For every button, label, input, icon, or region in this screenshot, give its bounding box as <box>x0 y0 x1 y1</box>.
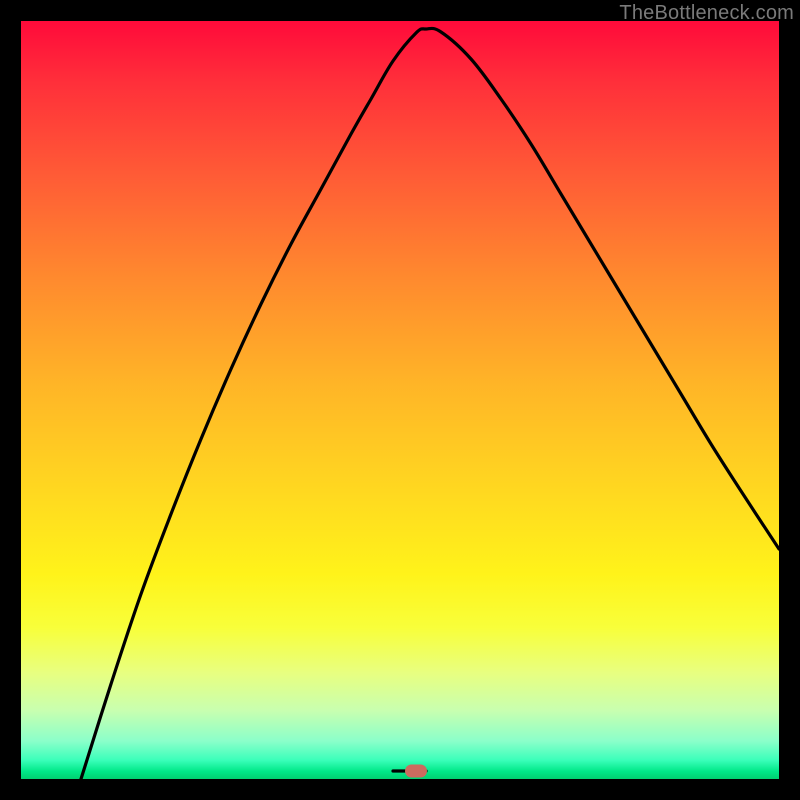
chart-curve-svg <box>21 21 779 779</box>
bottleneck-curve-path <box>81 28 779 779</box>
chart-frame <box>21 21 779 779</box>
bottleneck-marker <box>405 765 427 778</box>
